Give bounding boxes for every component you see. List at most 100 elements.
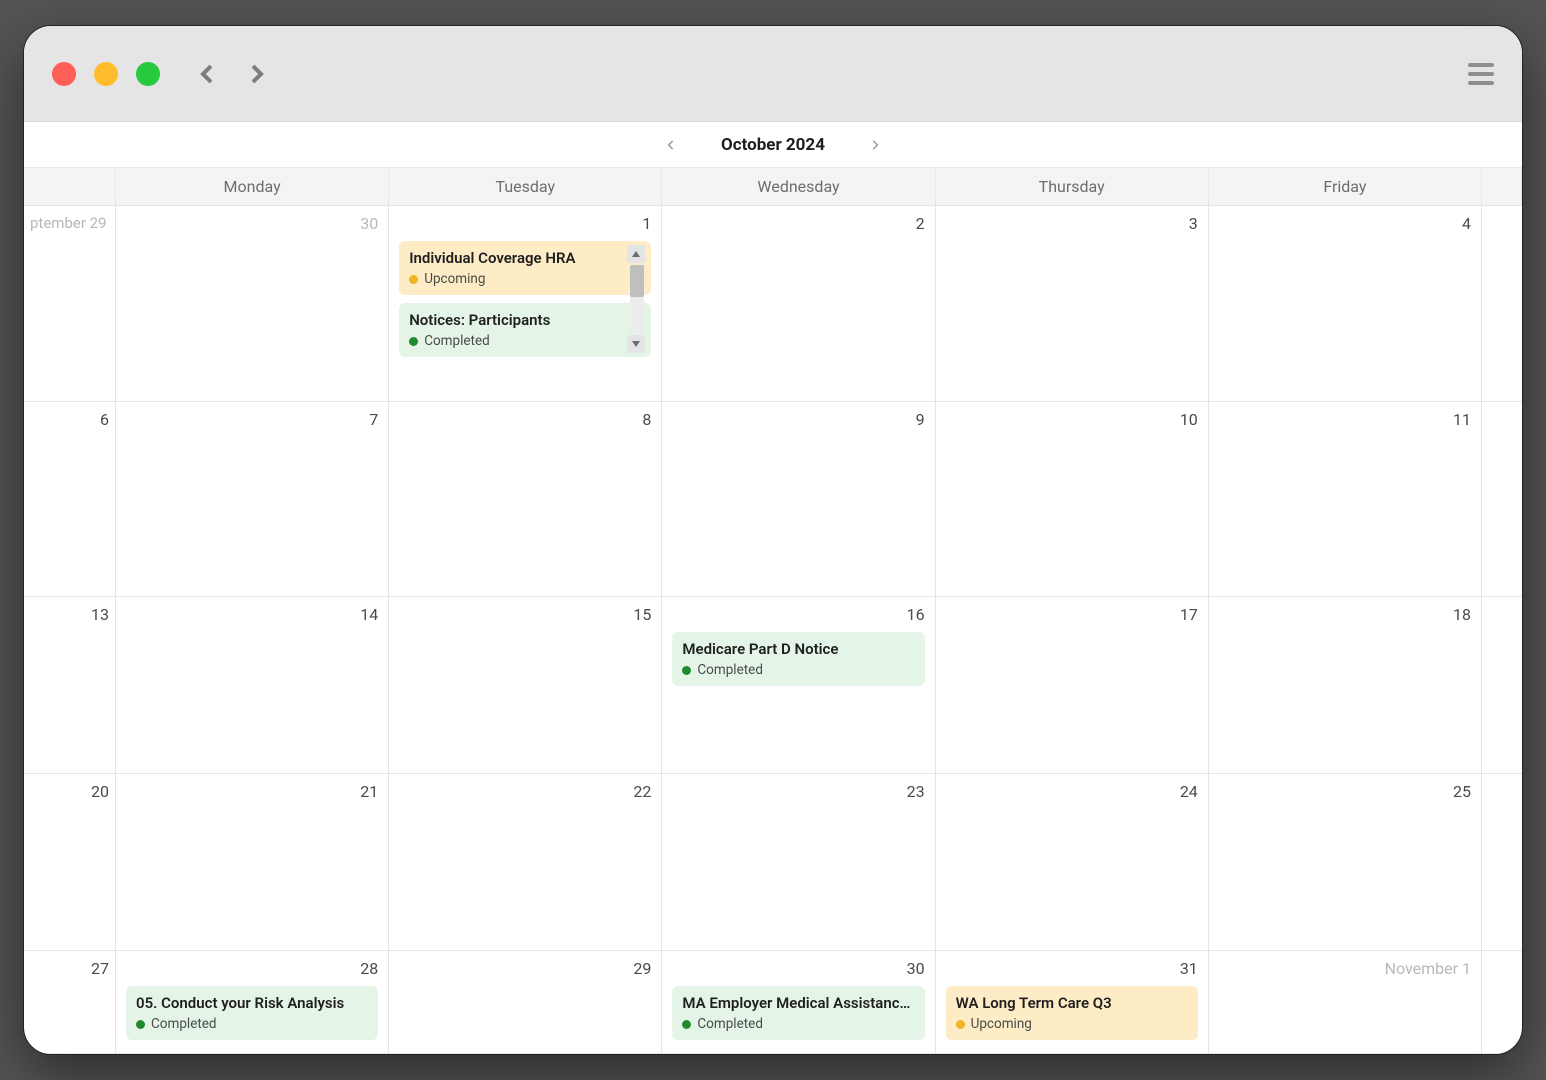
week-row: 27 28 05. Conduct your Risk Analysis Com…: [24, 951, 1522, 1054]
day-number: 8: [399, 410, 651, 429]
calendar-event[interactable]: Medicare Part D Notice Completed: [672, 632, 924, 686]
day-cell[interactable]: 11: [1209, 402, 1482, 597]
event-title: 05. Conduct your Risk Analysis: [136, 994, 368, 1012]
day-cell[interactable]: 14: [116, 597, 389, 773]
weekday-header-wednesday: Wednesday: [662, 168, 935, 205]
day-cell[interactable]: 15: [389, 597, 662, 773]
calendar-view: October 2024 Monday Tuesday Wednesday Th…: [24, 122, 1522, 1054]
day-cell[interactable]: 23: [662, 774, 935, 950]
status-dot-icon: [136, 1020, 145, 1029]
day-number: 22: [399, 782, 651, 801]
day-cell[interactable]: 25: [1209, 774, 1482, 950]
day-cell-stub-left[interactable]: ptember 29: [24, 206, 116, 401]
next-month-button[interactable]: [865, 135, 885, 155]
calendar-event[interactable]: MA Employer Medical Assistance … Complet…: [672, 986, 924, 1040]
day-cell[interactable]: 21: [116, 774, 389, 950]
month-header: October 2024: [24, 122, 1522, 168]
maximize-window-button[interactable]: [136, 62, 160, 86]
week-row: 6 7 8 9 10 11: [24, 402, 1522, 598]
day-number: 7: [126, 410, 378, 429]
day-cell-stub-right[interactable]: [1482, 402, 1522, 597]
event-status: Completed: [151, 1016, 217, 1032]
day-cell[interactable]: 30: [116, 206, 389, 401]
event-title: MA Employer Medical Assistance …: [682, 994, 914, 1012]
day-cell-stub-right[interactable]: [1482, 774, 1522, 950]
day-cell[interactable]: 17: [936, 597, 1209, 773]
status-dot-icon: [682, 1020, 691, 1029]
day-number: 1: [399, 214, 651, 233]
calendar-event[interactable]: WA Long Term Care Q3 Upcoming: [946, 986, 1198, 1040]
day-cell[interactable]: 22: [389, 774, 662, 950]
day-cell[interactable]: 8: [389, 402, 662, 597]
calendar-event[interactable]: Notices: Participants Completed: [399, 303, 651, 357]
event-title: Medicare Part D Notice: [682, 640, 914, 658]
day-cell[interactable]: 30 MA Employer Medical Assistance … Comp…: [662, 951, 935, 1053]
menu-button[interactable]: [1468, 63, 1494, 85]
scroll-track[interactable]: [630, 265, 644, 333]
back-button[interactable]: [194, 60, 222, 88]
day-cell[interactable]: 29: [389, 951, 662, 1053]
scroll-down-button[interactable]: [627, 335, 645, 353]
day-cell[interactable]: 1 Individual Coverage HRA Upcoming Notic…: [389, 206, 662, 401]
day-cell[interactable]: 28 05. Conduct your Risk Analysis Comple…: [116, 951, 389, 1053]
day-cell-stub-right[interactable]: [1482, 206, 1522, 401]
event-list: WA Long Term Care Q3 Upcoming: [946, 986, 1198, 1040]
day-cell[interactable]: November 1: [1209, 951, 1482, 1053]
day-cell[interactable]: 3: [936, 206, 1209, 401]
status-dot-icon: [409, 275, 418, 284]
weekday-header-row: Monday Tuesday Wednesday Thursday Friday: [24, 168, 1522, 206]
event-list: MA Employer Medical Assistance … Complet…: [672, 986, 924, 1040]
month-title: October 2024: [721, 135, 825, 155]
day-number: 29: [399, 959, 651, 978]
day-cell-stub-right[interactable]: [1482, 597, 1522, 773]
event-status: Completed: [697, 1016, 763, 1032]
day-number: 2: [672, 214, 924, 233]
day-number: 4: [1219, 214, 1471, 233]
day-cell[interactable]: 24: [936, 774, 1209, 950]
day-number: 13: [30, 605, 109, 624]
day-number: 21: [126, 782, 378, 801]
day-cell[interactable]: 4: [1209, 206, 1482, 401]
calendar-grid: ptember 29 30 1 Individual Coverage HRA …: [24, 206, 1522, 1054]
day-number: 9: [672, 410, 924, 429]
day-cell-stub-left[interactable]: 27: [24, 951, 116, 1053]
prev-month-button[interactable]: [661, 135, 681, 155]
day-number: 14: [126, 605, 378, 624]
day-cell-stub-left[interactable]: 20: [24, 774, 116, 950]
event-status: Upcoming: [424, 271, 485, 287]
scroll-up-button[interactable]: [627, 245, 645, 263]
day-number: 20: [30, 782, 109, 801]
day-cell[interactable]: 2: [662, 206, 935, 401]
day-cell[interactable]: 31 WA Long Term Care Q3 Upcoming: [936, 951, 1209, 1053]
event-title: WA Long Term Care Q3: [956, 994, 1188, 1012]
hamburger-icon: [1468, 63, 1494, 67]
window-controls: [52, 62, 160, 86]
forward-button[interactable]: [242, 60, 270, 88]
close-window-button[interactable]: [52, 62, 76, 86]
day-number: 25: [1219, 782, 1471, 801]
event-status: Completed: [424, 333, 490, 349]
day-cell[interactable]: 18: [1209, 597, 1482, 773]
event-title: Individual Coverage HRA: [409, 249, 623, 267]
day-cell[interactable]: 16 Medicare Part D Notice Completed: [662, 597, 935, 773]
day-cell-stub-left[interactable]: 6: [24, 402, 116, 597]
scroll-thumb[interactable]: [630, 265, 644, 297]
day-cell[interactable]: 10: [936, 402, 1209, 597]
day-cell[interactable]: 9: [662, 402, 935, 597]
event-list: Individual Coverage HRA Upcoming Notices…: [399, 241, 651, 357]
day-cell-stub-right[interactable]: [1482, 951, 1522, 1053]
day-number: 16: [672, 605, 924, 624]
prev-month-label: ptember 29: [30, 214, 109, 232]
calendar-event[interactable]: Individual Coverage HRA Upcoming: [399, 241, 651, 295]
next-month-label: November 1: [1219, 959, 1471, 978]
minimize-window-button[interactable]: [94, 62, 118, 86]
weekday-header-stub-right: [1482, 168, 1522, 205]
day-cell[interactable]: 7: [116, 402, 389, 597]
calendar-event[interactable]: 05. Conduct your Risk Analysis Completed: [126, 986, 378, 1040]
status-dot-icon: [956, 1020, 965, 1029]
status-dot-icon: [409, 337, 418, 346]
event-status: Upcoming: [971, 1016, 1032, 1032]
day-cell-stub-left[interactable]: 13: [24, 597, 116, 773]
weekday-header-thursday: Thursday: [936, 168, 1209, 205]
day-number: 31: [946, 959, 1198, 978]
